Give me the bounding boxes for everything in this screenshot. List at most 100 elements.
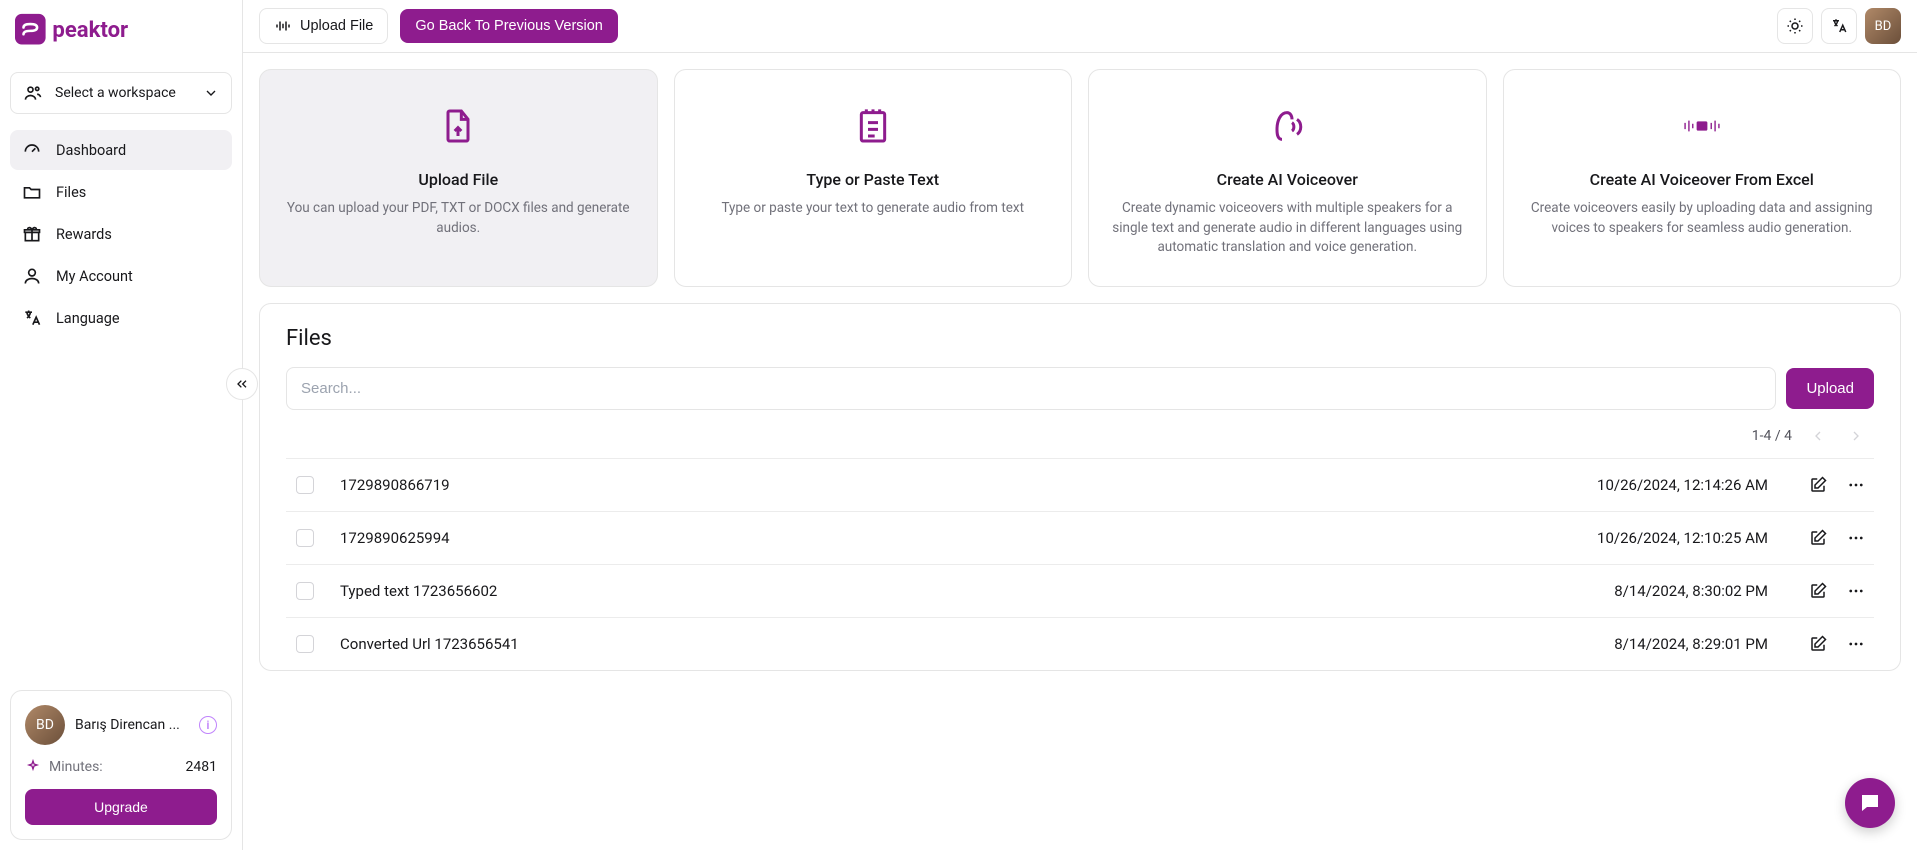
upgrade-button[interactable]: Upgrade [25,789,217,825]
row-date: 8/14/2024, 8:30:02 PM [1508,582,1768,600]
card-title: Create AI Voiceover [1217,170,1358,189]
card-desc: Create dynamic voiceovers with multiple … [1109,199,1466,258]
audio-excel-icon: xls [1682,106,1722,146]
card-type-paste[interactable]: Type or Paste Text Type or paste your te… [674,69,1073,287]
file-upload-icon [438,106,478,146]
minutes-value: 2481 [186,759,217,775]
sidebar-item-label: My Account [56,268,133,285]
row-name[interactable]: 1729890625994 [340,529,1492,547]
dots-icon [1847,635,1865,653]
audio-bars-icon [274,17,292,35]
table-row: 1729890625994 10/26/2024, 12:10:25 AM [286,511,1874,564]
revert-label: Go Back To Previous Version [415,18,603,34]
edit-button[interactable] [1808,528,1828,548]
more-button[interactable] [1846,581,1866,601]
files-panel: Files Upload 1-4 / 4 [259,303,1901,671]
card-voiceover[interactable]: Create AI Voiceover Create dynamic voice… [1088,69,1487,287]
next-page-button[interactable] [1844,424,1868,448]
action-cards: Upload File You can upload your PDF, TXT… [259,69,1901,287]
gauge-icon [22,140,42,160]
card-upload-file[interactable]: Upload File You can upload your PDF, TXT… [259,69,658,287]
folder-icon [22,182,42,202]
translate-icon [22,308,42,328]
sidebar-item-label: Files [56,184,86,201]
dots-icon [1847,529,1865,547]
sidebar-nav: Dashboard Files Rewards My Account Langu… [0,126,242,344]
sun-icon [1786,17,1804,35]
row-checkbox[interactable] [296,635,314,653]
minutes-label: Minutes: [49,759,178,775]
sidebar-item-rewards[interactable]: Rewards [10,214,232,254]
files-title: Files [286,326,1874,351]
edit-icon [1809,582,1827,600]
sparkle-icon [25,759,41,775]
topbar: Upload File Go Back To Previous Version … [243,0,1917,53]
row-date: 8/14/2024, 8:29:01 PM [1508,635,1768,653]
language-button[interactable] [1821,8,1857,44]
main: Upload File Go Back To Previous Version … [243,0,1917,850]
row-name[interactable]: Converted Url 1723656541 [340,635,1492,653]
voice-icon [1267,106,1307,146]
sidebar-item-label: Language [56,310,120,327]
sidebar: peaktor Select a workspace Dashboard Fil… [0,0,243,850]
info-icon[interactable]: i [199,716,217,734]
translate-icon [1830,17,1848,35]
users-icon [23,83,43,103]
sidebar-item-dashboard[interactable]: Dashboard [10,130,232,170]
workspace-select[interactable]: Select a workspace [10,72,232,114]
edit-button[interactable] [1808,581,1828,601]
svg-text:peaktor: peaktor [52,17,128,43]
edit-icon [1809,529,1827,547]
files-table: 1729890866719 10/26/2024, 12:14:26 AM 17… [286,458,1874,670]
collapse-sidebar-button[interactable] [226,368,258,400]
user-name: Barış Direncan ... [75,717,189,733]
upload-button[interactable]: Upload [1786,368,1874,409]
more-button[interactable] [1846,528,1866,548]
avatar: BD [25,705,65,745]
card-desc: You can upload your PDF, TXT or DOCX fil… [280,199,637,238]
sidebar-item-language[interactable]: Language [10,298,232,338]
edit-icon [1809,635,1827,653]
workspace-label: Select a workspace [55,85,191,101]
chevron-right-icon [1848,428,1864,444]
search-input[interactable] [286,367,1776,410]
pager: 1-4 / 4 [286,410,1874,454]
theme-toggle-button[interactable] [1777,8,1813,44]
table-row: 1729890866719 10/26/2024, 12:14:26 AM [286,458,1874,511]
user-card: BD Barış Direncan ... i Minutes: 2481 Up… [10,690,232,840]
notepad-icon [853,106,893,146]
chevron-down-icon [203,85,219,101]
topbar-avatar[interactable]: BD [1865,8,1901,44]
card-desc: Create voiceovers easily by uploading da… [1524,199,1881,238]
brand-logo[interactable]: peaktor [0,0,242,60]
edit-button[interactable] [1808,475,1828,495]
prev-page-button[interactable] [1806,424,1830,448]
table-row: Converted Url 1723656541 8/14/2024, 8:29… [286,617,1874,670]
upload-file-label: Upload File [300,18,373,34]
more-button[interactable] [1846,475,1866,495]
edit-icon [1809,476,1827,494]
row-date: 10/26/2024, 12:10:25 AM [1508,529,1768,547]
dots-icon [1847,582,1865,600]
row-name[interactable]: Typed text 1723656602 [340,582,1492,600]
gift-icon [22,224,42,244]
more-button[interactable] [1846,634,1866,654]
sidebar-item-account[interactable]: My Account [10,256,232,296]
upload-file-button[interactable]: Upload File [259,8,388,44]
chat-fab[interactable] [1845,778,1895,828]
chevrons-left-icon [234,376,250,392]
row-name[interactable]: 1729890866719 [340,476,1492,494]
row-date: 10/26/2024, 12:14:26 AM [1508,476,1768,494]
page-text: 1-4 / 4 [1752,428,1792,444]
sidebar-item-files[interactable]: Files [10,172,232,212]
row-checkbox[interactable] [296,529,314,547]
sidebar-item-label: Rewards [56,226,112,243]
user-icon [22,266,42,286]
edit-button[interactable] [1808,634,1828,654]
row-checkbox[interactable] [296,582,314,600]
card-voiceover-excel[interactable]: xls Create AI Voiceover From Excel Creat… [1503,69,1902,287]
card-title: Upload File [418,170,498,189]
row-checkbox[interactable] [296,476,314,494]
revert-button[interactable]: Go Back To Previous Version [400,9,618,43]
card-title: Create AI Voiceover From Excel [1590,170,1814,189]
